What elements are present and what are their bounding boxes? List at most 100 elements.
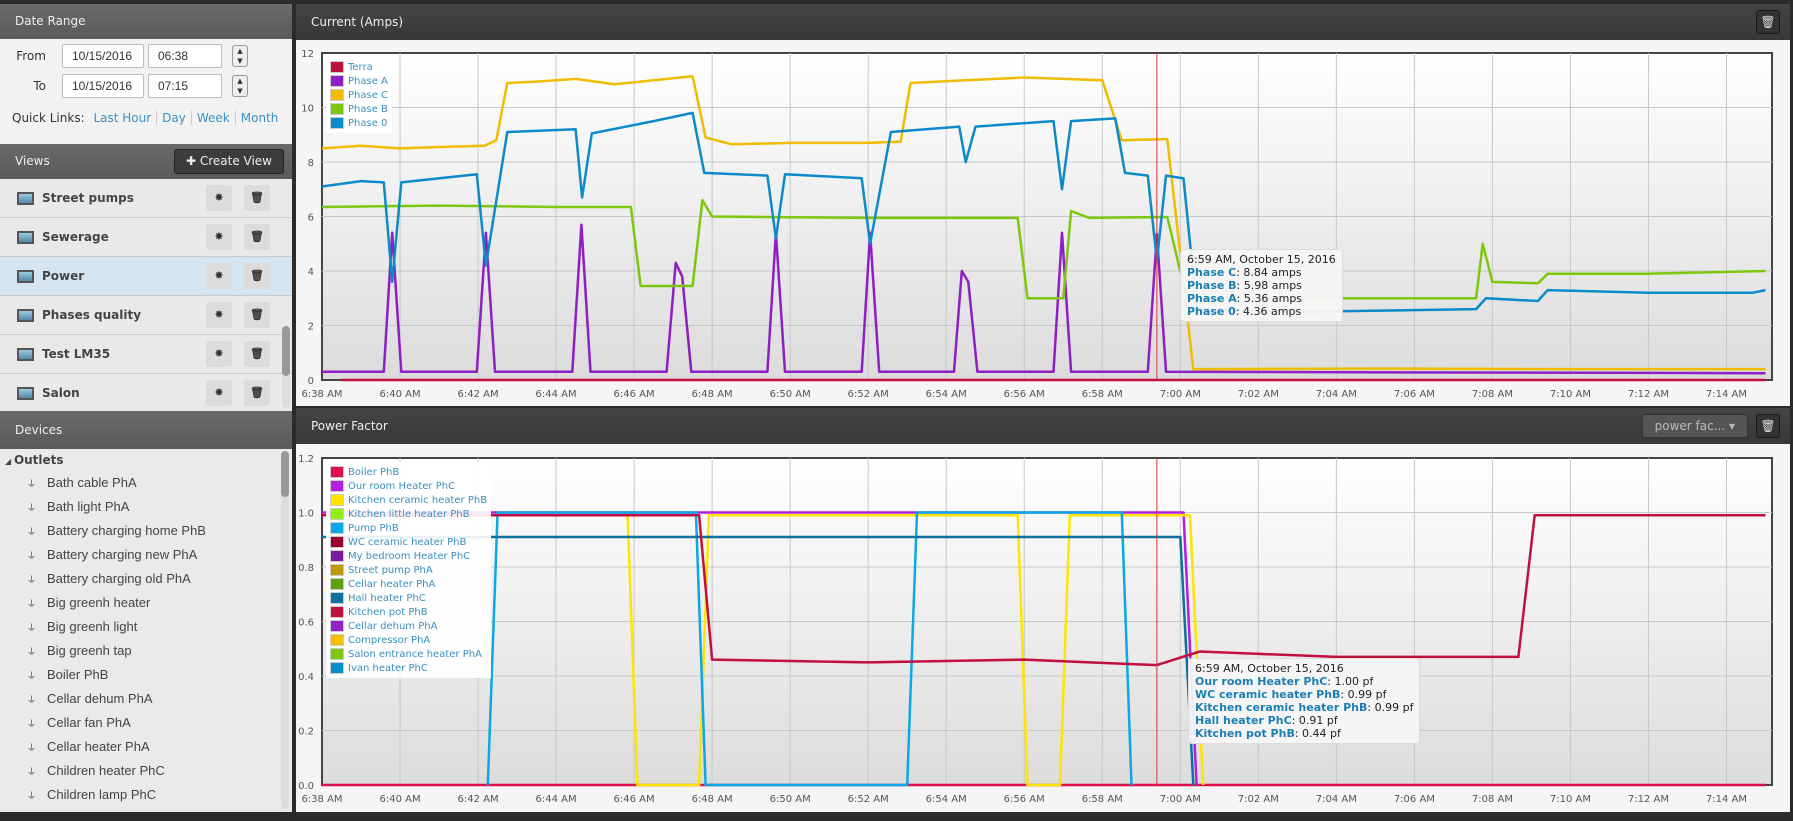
view-settings-button[interactable]: ✸ [206, 341, 232, 367]
from-time-spinner[interactable]: ▲ ▼ [232, 45, 248, 67]
delete-chart-button[interactable]: 🗑 [1756, 10, 1780, 34]
view-delete-button[interactable]: 🗑 [244, 380, 270, 406]
view-item[interactable]: Sewerage ✸ 🗑 [0, 218, 292, 257]
view-item[interactable]: Street pumps ✸ 🗑 [0, 179, 292, 218]
device-item[interactable]: ⏚ Bath light PhA [0, 495, 292, 519]
to-date-input[interactable]: 10/15/2016 [62, 74, 144, 98]
y-tick-label: 0.8 [298, 563, 314, 574]
legend-swatch [330, 578, 344, 590]
x-tick-label: 6:40 AM [379, 389, 420, 400]
legend-label: Our room Heater PhC [348, 480, 456, 492]
from-time-input[interactable]: 06:38 [148, 44, 222, 68]
view-settings-button[interactable]: ✸ [206, 302, 232, 328]
view-settings-button[interactable]: ✸ [206, 185, 232, 211]
from-date-input[interactable]: 10/15/2016 [62, 44, 144, 68]
trash-icon: 🗑 [250, 308, 264, 321]
legend-item[interactable]: Our room Heater PhC [330, 479, 487, 493]
quick-link-week[interactable]: Week [191, 111, 236, 125]
create-view-button[interactable]: ✚ Create View [173, 149, 284, 174]
device-item[interactable]: ⏚ Bath cable PhA [0, 471, 292, 495]
to-label: To [33, 79, 46, 93]
view-settings-button[interactable]: ✸ [206, 263, 232, 289]
tooltip-row: Kitchen ceramic heater PhB: 0.99 pf [1195, 701, 1413, 714]
legend-item[interactable]: Phase C [330, 88, 388, 102]
view-item[interactable]: Phases quality ✸ 🗑 [0, 296, 292, 335]
device-item[interactable]: ⏚ Boiler PhB [0, 663, 292, 687]
view-label: Sewerage [42, 230, 109, 244]
tooltip-title: 6:59 AM, October 15, 2016 [1195, 662, 1344, 675]
delete-chart-button[interactable]: 🗑 [1756, 414, 1780, 438]
to-time-spinner[interactable]: ▲ ▼ [232, 75, 248, 97]
device-item[interactable]: ⏚ Cellar fan PhA [0, 711, 292, 735]
gear-icon: ✸ [214, 347, 224, 360]
legend-swatch [330, 606, 344, 618]
legend-item[interactable]: Phase B [330, 102, 388, 116]
view-settings-button[interactable]: ✸ [206, 224, 232, 250]
legend-item[interactable]: Pump PhB [330, 521, 487, 535]
view-delete-button[interactable]: 🗑 [244, 224, 270, 250]
legend-item[interactable]: Salon entrance heater PhA [330, 647, 487, 661]
view-delete-button[interactable]: 🗑 [244, 341, 270, 367]
view-delete-button[interactable]: 🗑 [244, 263, 270, 289]
view-item[interactable]: Salon ✸ 🗑 [0, 374, 292, 409]
legend-item[interactable]: Boiler PhB [330, 465, 487, 479]
monitor-icon [17, 269, 34, 283]
view-settings-button[interactable]: ✸ [206, 380, 232, 406]
legend-swatch [330, 508, 344, 520]
legend-item[interactable]: My bedroom Heater PhC [330, 549, 487, 563]
device-item[interactable]: ⏚ Cellar dehum PhA [0, 687, 292, 711]
device-item[interactable]: ⏚ Battery charging new PhA [0, 543, 292, 567]
tooltip-value: : 5.36 amps [1236, 292, 1303, 305]
device-item[interactable]: ⏚ Big greenh tap [0, 639, 292, 663]
legend-item[interactable]: Cellar heater PhA [330, 577, 487, 591]
legend-item[interactable]: Kitchen pot PhB [330, 605, 487, 619]
legend-item[interactable]: Kitchen ceramic heater PhB [330, 493, 487, 507]
legend-item[interactable]: Cellar dehum PhA [330, 619, 487, 633]
tooltip-value: : 4.36 amps [1235, 305, 1302, 318]
legend-label: Compressor PhA [348, 634, 431, 646]
legend-item[interactable]: Terra [330, 60, 388, 74]
quick-link-day[interactable]: Day [157, 111, 192, 125]
device-label: Cellar fan PhA [47, 715, 131, 730]
view-delete-button[interactable]: 🗑 [244, 302, 270, 328]
tooltip-title: 6:59 AM, October 15, 2016 [1187, 253, 1336, 266]
views-scrollbar[interactable] [282, 326, 290, 408]
legend-item[interactable]: Hall heater PhC [330, 591, 487, 605]
plug-icon: ⏚ [27, 551, 37, 561]
gear-icon: ✸ [214, 386, 224, 399]
legend-item[interactable]: Kitchen little heater PhB [330, 507, 487, 521]
device-item[interactable]: ⏚ Big greenh heater [0, 591, 292, 615]
device-group-outlets[interactable]: ◢ Outlets [0, 449, 292, 471]
legend-item[interactable]: Phase 0 [330, 116, 388, 130]
device-item[interactable]: ⏚ Children lamp PhC [0, 783, 292, 807]
devices-scrollbar[interactable] [281, 451, 289, 809]
legend-item[interactable]: Phase A [330, 74, 388, 88]
legend-item[interactable]: WC ceramic heater PhB [330, 535, 487, 549]
view-delete-button[interactable]: 🗑 [244, 185, 270, 211]
view-label: Phases quality [42, 308, 142, 322]
legend-label: Phase B [348, 103, 388, 115]
device-item[interactable]: ⏚ Cellar heater PhA [0, 735, 292, 759]
view-item[interactable]: Test LM35 ✸ 🗑 [0, 335, 292, 374]
tooltip-value: : 0.99 pf [1367, 701, 1414, 714]
legend-swatch [330, 620, 344, 632]
device-group-label: Outlets [13, 453, 64, 467]
legend-swatch [330, 480, 344, 492]
device-item[interactable]: ⏚ Children heater PhC [0, 759, 292, 783]
to-time-input[interactable]: 07:15 [148, 74, 222, 98]
plug-icon: ⏚ [27, 791, 37, 801]
quick-links: Quick Links: Last Hour Day Week Month [12, 111, 283, 125]
legend-item[interactable]: Ivan heater PhC [330, 661, 487, 675]
device-item[interactable]: ⏚ Big greenh light [0, 615, 292, 639]
legend-label: Kitchen ceramic heater PhB [348, 494, 488, 506]
view-item[interactable]: Power ✸ 🗑 [0, 257, 292, 296]
quick-link-month[interactable]: Month [236, 111, 284, 125]
x-tick-label: 6:50 AM [770, 389, 811, 400]
metric-select[interactable]: power fac... ▾ [1641, 414, 1748, 438]
legend-item[interactable]: Compressor PhA [330, 633, 487, 647]
device-item[interactable]: ⏚ Battery charging old PhA [0, 567, 292, 591]
quick-link-last-hour[interactable]: Last Hour [88, 111, 158, 125]
legend-item[interactable]: Street pump PhA [330, 563, 487, 577]
from-label: From [16, 49, 46, 63]
device-item[interactable]: ⏚ Battery charging home PhB [0, 519, 292, 543]
